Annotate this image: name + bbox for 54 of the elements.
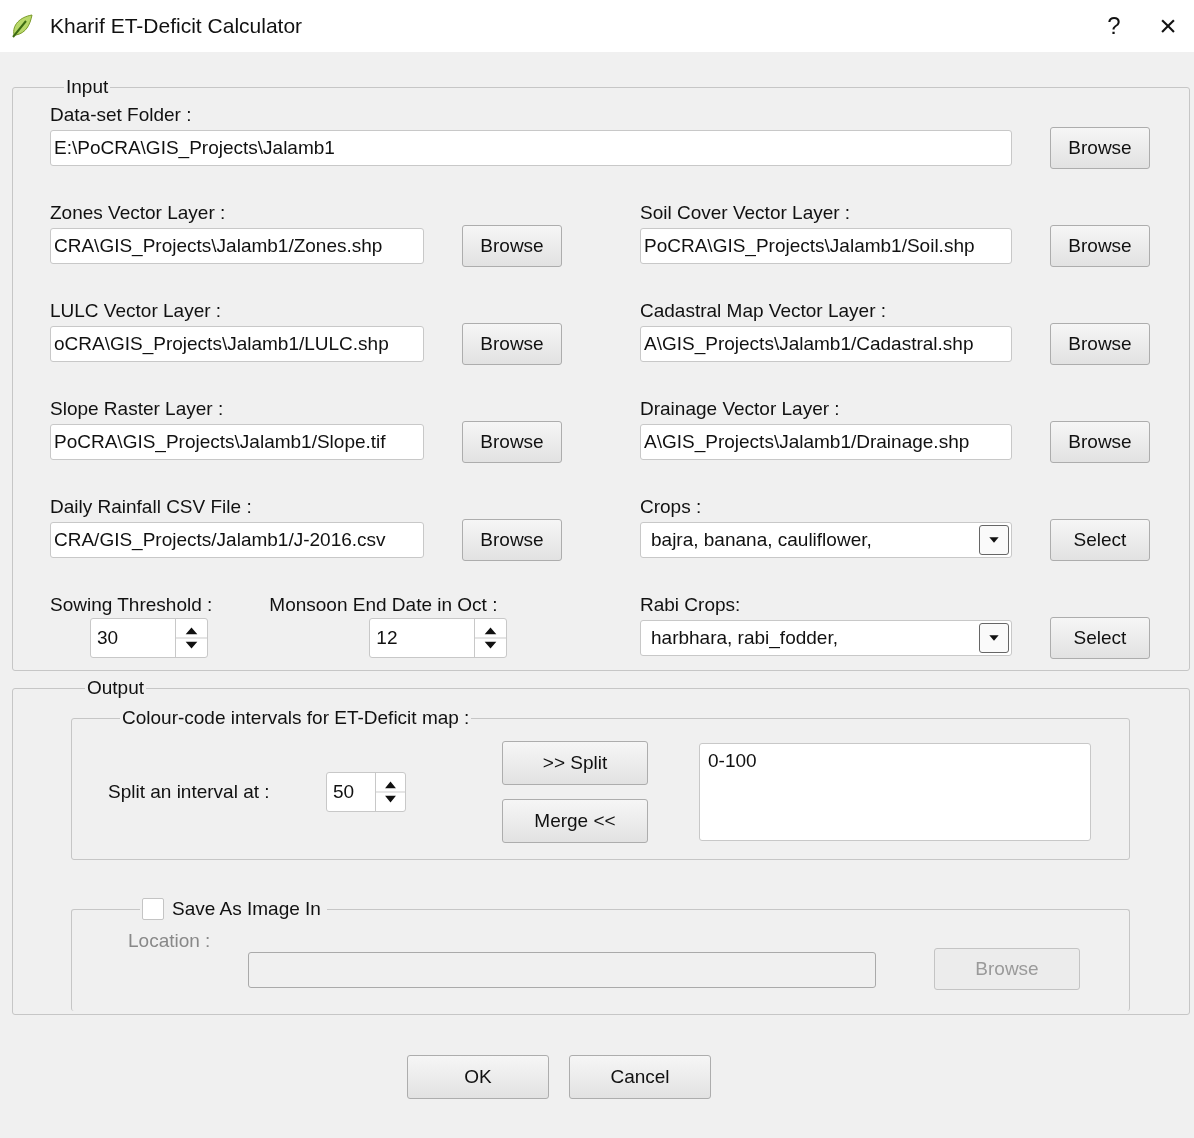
spin-arrows-icon[interactable] (474, 619, 507, 657)
help-button[interactable]: ? (1094, 12, 1134, 40)
field-label: Monsoon End Date in Oct : (269, 594, 499, 616)
field-label: Daily Rainfall CSV File : (50, 496, 253, 518)
dropdown[interactable]: bajra, banana, cauliflower, (640, 522, 1012, 558)
path-field[interactable]: PoCRA\GIS_Projects\Jalamb1/Slope.tif (50, 424, 424, 460)
field-label: Cadastral Map Vector Layer : (640, 300, 888, 322)
path-field[interactable]: CRA/GIS_Projects/Jalamb1/J-2016.csv (50, 522, 424, 558)
field-label: Soil Cover Vector Layer : (640, 202, 852, 224)
browse-button[interactable]: Browse (462, 421, 562, 463)
spin-arrows-icon[interactable] (175, 619, 207, 657)
path-field[interactable]: CRA\GIS_Projects\Jalamb1/Zones.shp (50, 228, 424, 264)
field-label: Crops : (640, 496, 703, 518)
cancel-button[interactable]: Cancel (569, 1055, 711, 1099)
interval-list[interactable]: 0-100 (699, 743, 1091, 841)
split-button[interactable]: >> Split (502, 741, 648, 785)
field-label: Zones Vector Layer : (50, 202, 227, 224)
group-title: Colour-code intervals for ET-Deficit map : (121, 707, 471, 729)
path-field[interactable]: A\GIS_Projects\Jalamb1/Drainage.shp (640, 424, 1012, 460)
spin-box[interactable]: 12 (369, 618, 508, 658)
path-field[interactable]: PoCRA\GIS_Projects\Jalamb1/Soil.shp (640, 228, 1012, 264)
list-item[interactable]: 0-100 (708, 750, 1082, 772)
browse-button[interactable]: Browse (1050, 127, 1150, 169)
group-title: Input (65, 76, 110, 98)
path-field[interactable]: oCRA\GIS_Projects\Jalamb1/LULC.shp (50, 326, 424, 362)
field-label: Drainage Vector Layer : (640, 398, 841, 420)
field-label: Data-set Folder : (50, 104, 193, 126)
field-label: Sowing Threshold : (50, 594, 213, 616)
field-label: Slope Raster Layer : (50, 398, 225, 420)
field-label: Location : (128, 929, 212, 952)
leaf-icon (10, 13, 34, 39)
select-button[interactable]: Select (1050, 519, 1150, 561)
browse-button[interactable]: Browse (462, 519, 562, 561)
select-button[interactable]: Select (1050, 617, 1150, 659)
browse-button[interactable]: Browse (462, 323, 562, 365)
browse-button[interactable]: Browse (462, 225, 562, 267)
spin-box[interactable]: 50 (326, 772, 406, 812)
field-label: Split an interval at : (108, 781, 271, 803)
browse-button[interactable]: Browse (1050, 323, 1150, 365)
group-title: Output (86, 677, 146, 699)
path-field[interactable]: A\GIS_Projects\Jalamb1/Cadastral.shp (640, 326, 1012, 362)
field-label: LULC Vector Layer : (50, 300, 223, 322)
spin-arrows-icon[interactable] (375, 773, 405, 811)
dropdown[interactable]: harbhara, rabi_fodder, (640, 620, 1012, 656)
close-button[interactable]: × (1148, 9, 1188, 43)
ok-button[interactable]: OK (407, 1055, 549, 1099)
spin-box[interactable]: 30 (90, 618, 208, 658)
window-title: Kharif ET-Deficit Calculator (50, 14, 304, 38)
field-label: Rabi Crops: (640, 594, 742, 616)
location-field[interactable] (248, 951, 876, 988)
path-field[interactable]: E:\PoCRA\GIS_Projects\Jalamb1 (50, 130, 1012, 166)
browse-button[interactable]: Browse (1050, 421, 1150, 463)
browse-button[interactable]: Browse (1050, 225, 1150, 267)
merge-button[interactable]: Merge << (502, 799, 648, 843)
